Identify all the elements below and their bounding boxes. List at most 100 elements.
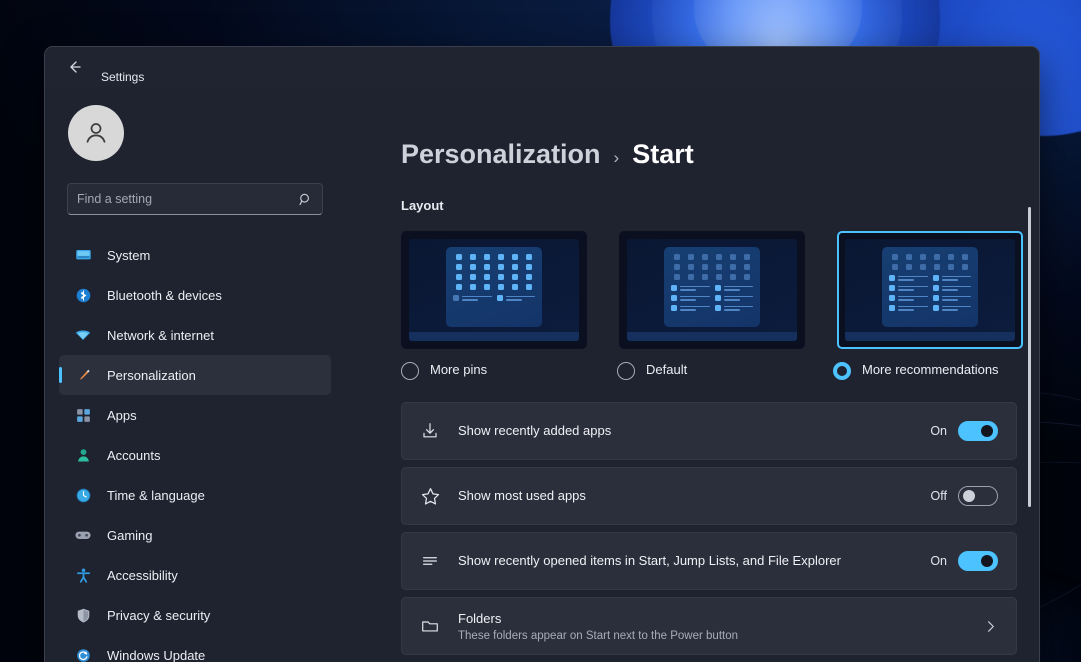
- recommendation-preview: [889, 275, 971, 311]
- scrollbar-thumb[interactable]: [1028, 207, 1031, 507]
- gamepad-icon: [73, 525, 93, 545]
- toggle-switch[interactable]: [958, 486, 998, 506]
- toggle-state-label: On: [930, 554, 947, 568]
- layout-thumbnail-more-recommendations[interactable]: [837, 231, 1023, 349]
- sidebar-item-label: Accessibility: [107, 567, 178, 583]
- sidebar-item-label: System: [107, 247, 151, 263]
- page-title: Start: [632, 139, 694, 169]
- setting-control: On: [930, 421, 998, 441]
- thumbnail-desktop: [627, 239, 797, 341]
- sidebar: System Bluetooth & devices: [45, 87, 345, 662]
- layout-option-more-recommendations[interactable]: [837, 231, 1023, 349]
- search-icon: [298, 192, 313, 207]
- list-icon: [418, 551, 442, 571]
- setting-row-show-recently-opened-items[interactable]: Show recently opened items in Start, Jum…: [401, 532, 1017, 590]
- breadcrumb: Personalization › Start: [401, 139, 1017, 170]
- toggle-state-label: On: [930, 424, 947, 438]
- setting-title: Folders: [458, 611, 502, 627]
- layout-options: [401, 231, 1023, 349]
- search-box[interactable]: [67, 183, 323, 215]
- setting-row-folders[interactable]: Folders These folders appear on Start ne…: [401, 597, 1017, 655]
- radio-label: More pins: [430, 362, 488, 377]
- radio-option-more-recommendations[interactable]: More recommendations: [833, 361, 1017, 380]
- sidebar-item-label: Apps: [107, 407, 137, 423]
- setting-control: Off: [931, 486, 998, 506]
- setting-title: Show recently opened items in Start, Jum…: [458, 553, 841, 569]
- app-title: Settings: [101, 70, 145, 84]
- setting-text: Folders These folders appear on Start ne…: [458, 610, 983, 642]
- radio-option-more-pins[interactable]: More pins: [401, 361, 585, 380]
- pin-grid: [453, 254, 535, 290]
- sidebar-item-label: Privacy & security: [107, 607, 211, 623]
- breadcrumb-parent[interactable]: Personalization: [401, 139, 601, 170]
- layout-option-more-pins[interactable]: [401, 231, 587, 349]
- sidebar-item-label: Gaming: [107, 527, 153, 543]
- setting-title: Show recently added apps: [458, 423, 612, 439]
- content-scrollbar[interactable]: [1025, 99, 1033, 654]
- accessibility-icon: [73, 565, 93, 585]
- paintbrush-icon: [73, 365, 93, 385]
- start-menu-preview: [664, 247, 760, 327]
- setting-row-show-most-used-apps[interactable]: Show most used apps Off: [401, 467, 1017, 525]
- sidebar-item-accessibility[interactable]: Accessibility: [59, 555, 331, 595]
- clock-icon: [73, 485, 93, 505]
- settings-window: Settings Find a setting System Bluetooth…: [44, 46, 1040, 662]
- setting-control: [983, 619, 998, 634]
- radio-option-default[interactable]: Default: [617, 361, 801, 380]
- sidebar-item-label: Bluetooth & devices: [107, 287, 222, 303]
- pin-grid: [671, 254, 753, 280]
- windows-update-icon: [73, 645, 93, 662]
- settings-list: Show recently added apps On Show most us…: [401, 402, 1017, 655]
- recommendation-preview: [671, 285, 753, 311]
- thumbnail-desktop: [845, 239, 1015, 341]
- layout-option-default[interactable]: [619, 231, 805, 349]
- sidebar-item-network-and-internet[interactable]: Network & internet: [59, 315, 331, 355]
- sidebar-item-bluetooth-and-devices[interactable]: Bluetooth & devices: [59, 275, 331, 315]
- sidebar-item-system[interactable]: System: [59, 235, 331, 275]
- shield-icon: [73, 605, 93, 625]
- download-icon: [418, 421, 442, 441]
- user-avatar-icon[interactable]: [68, 105, 124, 161]
- section-title-layout: Layout: [401, 198, 444, 213]
- chevron-right-icon[interactable]: [983, 619, 998, 634]
- sidebar-item-windows-update[interactable]: Windows Update: [59, 635, 331, 662]
- taskbar-preview: [627, 332, 797, 341]
- person-icon: [73, 445, 93, 465]
- content-pane: Personalization › Start Layout More pins…: [345, 87, 1039, 662]
- start-menu-preview: [882, 247, 978, 327]
- sidebar-item-privacy-and-security[interactable]: Privacy & security: [59, 595, 331, 635]
- sidebar-item-time-and-language[interactable]: Time & language: [59, 475, 331, 515]
- sidebar-item-gaming[interactable]: Gaming: [59, 515, 331, 555]
- sidebar-item-apps[interactable]: Apps: [59, 395, 331, 435]
- setting-control: On: [930, 551, 998, 571]
- toggle-state-label: Off: [930, 489, 947, 503]
- taskbar-preview: [845, 332, 1015, 341]
- toggle-switch[interactable]: [958, 551, 998, 571]
- radio-button[interactable]: [833, 362, 851, 380]
- search-input[interactable]: [77, 192, 298, 206]
- radio-label: More recommendations: [862, 362, 999, 377]
- sidebar-item-label: Accounts: [107, 447, 161, 463]
- radio-button[interactable]: [617, 362, 635, 380]
- sidebar-item-accounts[interactable]: Accounts: [59, 435, 331, 475]
- setting-row-show-recently-added-apps[interactable]: Show recently added apps On: [401, 402, 1017, 460]
- layout-thumbnail-default[interactable]: [619, 231, 805, 349]
- start-menu-preview: [446, 247, 542, 327]
- monitor-icon: [73, 245, 93, 265]
- pin-grid: [889, 254, 971, 270]
- chevron-right-icon: ›: [613, 148, 620, 167]
- setting-text: Show most used apps: [458, 487, 931, 505]
- radio-button[interactable]: [401, 362, 419, 380]
- sidebar-item-personalization[interactable]: Personalization: [59, 355, 331, 395]
- setting-title: Show most used apps: [458, 488, 586, 504]
- sidebar-nav: System Bluetooth & devices Network & int…: [59, 235, 331, 662]
- sidebar-item-label: Time & language: [107, 487, 205, 503]
- window-titlebar: Settings: [45, 47, 1039, 87]
- recommendation-preview: [453, 295, 535, 301]
- apps-icon: [73, 405, 93, 425]
- back-arrow-icon[interactable]: [59, 52, 89, 82]
- layout-thumbnail-more-pins[interactable]: [401, 231, 587, 349]
- setting-text: Show recently opened items in Start, Jum…: [458, 552, 930, 570]
- toggle-switch[interactable]: [958, 421, 998, 441]
- setting-subtitle: These folders appear on Start next to th…: [458, 629, 739, 642]
